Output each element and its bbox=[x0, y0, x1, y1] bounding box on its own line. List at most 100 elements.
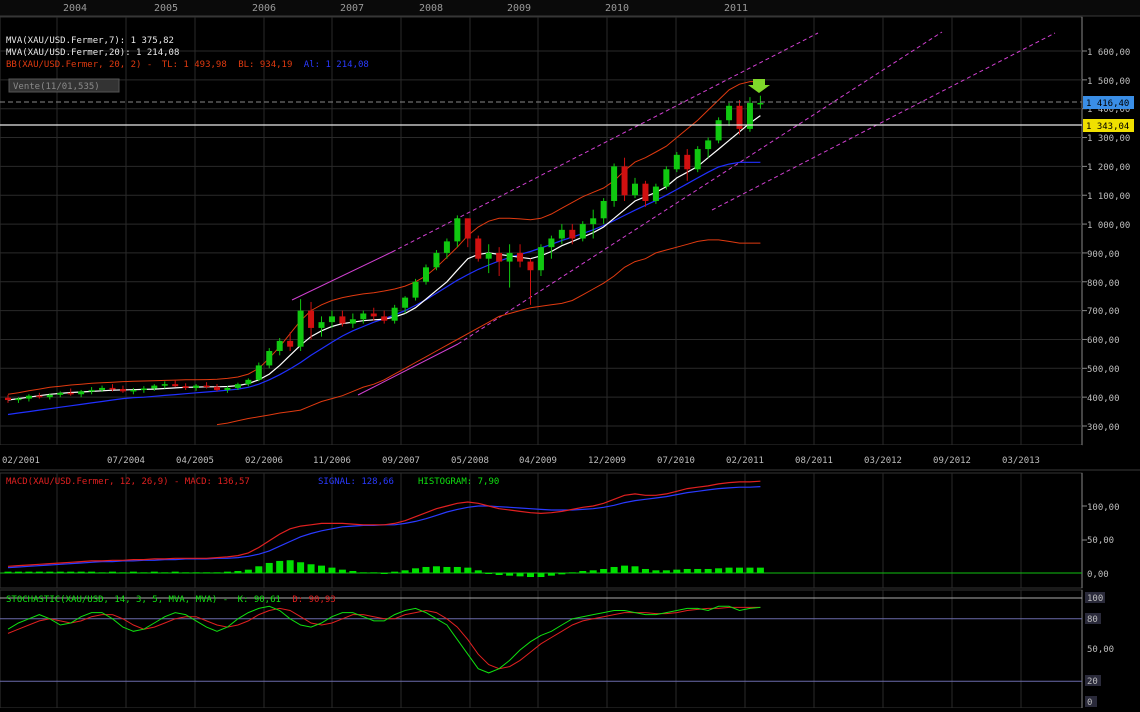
chart-svg: 2004 2005 2006 2007 2008 2009 2010 2011 … bbox=[0, 0, 1140, 709]
histogram-bar bbox=[694, 568, 702, 573]
candle-body bbox=[579, 224, 586, 239]
candle-body bbox=[360, 313, 367, 320]
candle-body bbox=[245, 379, 252, 385]
candle-body bbox=[548, 238, 555, 248]
y-tick-label: 900,00 bbox=[1087, 250, 1120, 260]
candle-body bbox=[36, 395, 43, 398]
histogram-bar bbox=[558, 573, 566, 575]
candle-body bbox=[423, 267, 429, 282]
histogram-bar bbox=[506, 573, 514, 576]
histogram-bar bbox=[652, 570, 660, 573]
histogram-bar bbox=[432, 566, 440, 573]
y-tick-label: 600,00 bbox=[1087, 336, 1120, 346]
legend-stoch: STOCHASTIC(XAU/USD, 14, 3, 5, MVA, MVA) … bbox=[6, 595, 336, 605]
candle-body bbox=[203, 385, 210, 388]
year-label: 2009 bbox=[507, 3, 531, 14]
candle-body bbox=[517, 252, 524, 262]
candle-body bbox=[130, 389, 137, 392]
histogram-bar bbox=[140, 572, 148, 574]
histogram-bar bbox=[401, 570, 409, 573]
x-tick-label: 07/2004 bbox=[107, 456, 145, 466]
histogram-bar bbox=[318, 565, 325, 573]
macd-y-tick: 50,00 bbox=[1087, 536, 1114, 546]
candle-body bbox=[57, 392, 64, 395]
year-label: 2008 bbox=[419, 3, 443, 14]
histogram-bar bbox=[736, 567, 743, 573]
histogram-bar bbox=[213, 572, 221, 574]
year-label: 2011 bbox=[724, 3, 748, 14]
legend-bb-al: Al: 1 214,08 bbox=[304, 60, 369, 70]
candle-body bbox=[694, 149, 701, 170]
x-tick-label: 03/2013 bbox=[1002, 456, 1040, 466]
x-tick-label: 02/2006 bbox=[245, 456, 283, 466]
candle-body bbox=[673, 154, 680, 170]
histogram-bar bbox=[610, 566, 618, 573]
histogram-bar bbox=[359, 572, 367, 574]
histogram-bar bbox=[223, 571, 231, 573]
candle-body bbox=[109, 387, 116, 390]
legend-stoch-k: K: 90,61 bbox=[238, 595, 281, 605]
histogram-bar bbox=[77, 571, 85, 573]
candle-body bbox=[46, 394, 53, 398]
candle-body bbox=[726, 105, 733, 121]
histogram-bar bbox=[370, 572, 378, 574]
legend-histogram: HISTOGRAM: 7,90 bbox=[418, 477, 499, 487]
year-label: 2005 bbox=[154, 3, 178, 14]
legend-bb: BB(XAU/USD.Fermer, 20, 2) - TL: 1 493,98… bbox=[6, 60, 369, 70]
histogram-bar bbox=[338, 569, 346, 573]
histogram-bar bbox=[412, 568, 420, 573]
histogram-bar bbox=[547, 573, 555, 576]
macd-panel bbox=[0, 472, 1083, 589]
candle-body bbox=[276, 340, 283, 351]
candle-body bbox=[119, 389, 126, 392]
candle-body bbox=[506, 252, 513, 262]
candle-body bbox=[151, 385, 158, 389]
y-tick-label: 500,00 bbox=[1087, 365, 1120, 375]
histogram-bar bbox=[328, 567, 336, 573]
candle-body bbox=[715, 120, 722, 141]
stoch-panel bbox=[0, 589, 1083, 709]
histogram-bar bbox=[88, 571, 96, 573]
candle-body bbox=[485, 252, 492, 259]
stoch-y-tick: 80 bbox=[1087, 615, 1098, 625]
histogram-bar bbox=[171, 571, 179, 573]
histogram-bar bbox=[589, 570, 597, 573]
candle-body bbox=[15, 398, 22, 401]
histogram-bar bbox=[286, 560, 294, 573]
legend-bb-tl: TL: 1 493,98 bbox=[162, 60, 227, 70]
candle-body bbox=[496, 252, 503, 262]
y-tick-label: 1 100,00 bbox=[1087, 192, 1130, 202]
candle-body bbox=[234, 384, 241, 388]
histogram-bar bbox=[161, 572, 169, 574]
candle-body bbox=[255, 365, 262, 380]
candle-body bbox=[224, 387, 231, 390]
candle-body bbox=[193, 385, 200, 388]
candle-body bbox=[652, 186, 659, 201]
candle-body bbox=[663, 169, 670, 187]
legend-stoch-name: STOCHASTIC(XAU/USD, 14, 3, 5, MVA, MVA) … bbox=[6, 595, 228, 605]
candle-body bbox=[266, 351, 273, 366]
x-tick-label: 09/2012 bbox=[933, 456, 971, 466]
histogram-bar bbox=[35, 571, 43, 573]
x-tick-label: 02/2001 bbox=[2, 456, 40, 466]
histogram-bar bbox=[297, 562, 305, 573]
histogram-bar bbox=[662, 570, 670, 573]
candle-body bbox=[600, 201, 607, 219]
candle-body bbox=[590, 218, 597, 225]
histogram-bar bbox=[746, 567, 754, 573]
candle-body bbox=[569, 229, 576, 239]
histogram-bar bbox=[56, 571, 64, 573]
histogram-bar bbox=[422, 566, 430, 573]
histogram-bar bbox=[150, 571, 158, 573]
histogram-bar bbox=[276, 560, 284, 573]
x-tick-label: 12/2009 bbox=[588, 456, 626, 466]
histogram-bar bbox=[119, 572, 127, 574]
y-tick-label: 800,00 bbox=[1087, 279, 1120, 289]
candle-body bbox=[757, 102, 764, 105]
candle-body bbox=[433, 252, 440, 268]
y-tick-label: 1 600,00 bbox=[1087, 48, 1130, 58]
histogram-bar bbox=[255, 566, 263, 573]
histogram-bar bbox=[349, 570, 357, 573]
candle-body bbox=[402, 297, 409, 308]
year-label: 2006 bbox=[252, 3, 276, 14]
